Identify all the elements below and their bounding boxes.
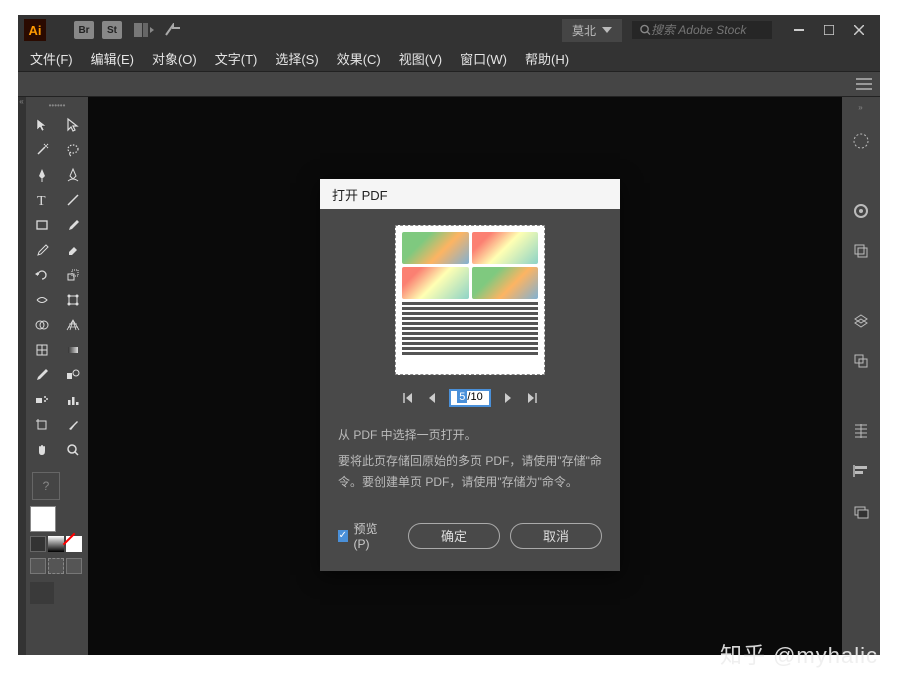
direct-selection-tool-icon[interactable] [57,112,88,137]
ai-logo-icon: Ai [24,19,46,41]
column-graph-tool-icon[interactable] [57,387,88,412]
pdf-preview [395,225,545,375]
width-tool-icon[interactable] [26,287,57,312]
align-panel-icon[interactable] [850,420,872,442]
arrange-icon[interactable] [134,23,154,37]
svg-text:T: T [37,194,46,208]
rectangle-tool-icon[interactable] [26,212,57,237]
prev-page-button[interactable] [425,391,439,405]
menu-object[interactable]: 对象(O) [152,49,197,68]
title-app-chips: Br St [74,21,122,39]
dialog-note: 要将此页存储回原始的多页 PDF，请使用"存储"命令。要创建单页 PDF，请使用… [338,451,602,492]
preview-label: 预览 (P) [354,520,388,551]
slice-tool-icon[interactable] [57,412,88,437]
cancel-button[interactable]: 取消 [510,523,602,549]
eyedropper-tool-icon[interactable] [26,362,57,387]
fill-stroke-toggle[interactable]: ? [32,472,60,500]
perspective-grid-tool-icon[interactable] [57,312,88,337]
last-page-button[interactable] [525,391,539,405]
selection-tool-icon[interactable] [26,112,57,137]
layers-panel-icon[interactable] [850,310,872,332]
dialog-title: 打开 PDF [320,179,620,209]
screen-mode-icon[interactable] [30,582,54,604]
paintbrush-tool-icon[interactable] [57,212,88,237]
none-mode-icon[interactable] [66,536,82,552]
curvature-tool-icon[interactable] [57,162,88,187]
transform-panel-icon[interactable] [850,500,872,522]
pen-tool-icon[interactable] [26,162,57,187]
maximize-button[interactable] [814,19,844,41]
close-button[interactable] [844,19,874,41]
libraries-panel-icon[interactable] [850,200,872,222]
stock-chip-icon[interactable]: St [102,21,122,39]
open-pdf-dialog: 打开 PDF 5/10 [320,179,620,571]
appearance-panel-icon[interactable] [850,130,872,152]
chevron-down-icon [602,27,612,33]
page-number-input[interactable]: 5/10 [449,389,491,407]
search-box[interactable] [632,21,772,39]
hand-tool-icon[interactable] [26,437,57,462]
menu-view[interactable]: 视图(V) [399,49,442,68]
menu-bar: 文件(F) 编辑(E) 对象(O) 文字(T) 选择(S) 效果(C) 视图(V… [18,45,880,71]
minimize-button[interactable] [784,19,814,41]
panel-menu-icon[interactable] [856,78,872,90]
preview-checkbox[interactable]: ✓ [338,530,348,542]
draw-behind-icon[interactable] [48,558,64,574]
sync-icon[interactable] [164,23,182,37]
line-tool-icon[interactable] [57,187,88,212]
preview-checkbox-row[interactable]: ✓ 预览 (P) [338,520,388,551]
bridge-chip-icon[interactable]: Br [74,21,94,39]
lasso-tool-icon[interactable] [57,137,88,162]
search-input[interactable] [651,23,764,37]
draw-normal-icon[interactable] [30,558,46,574]
artboards-panel-icon[interactable] [850,240,872,262]
menu-help[interactable]: 帮助(H) [525,49,569,68]
fill-swatch[interactable] [30,506,56,532]
pathfinder-panel-icon[interactable] [850,460,872,482]
scale-tool-icon[interactable] [57,262,88,287]
watermark: 知乎 @myhalic [720,638,878,670]
search-icon [640,24,651,36]
app-window: Ai Br St 莫北 文件(F) 编辑(E) 对象(O) 文字(T) 选择(S… [18,15,880,655]
control-bar [18,71,880,97]
title-bar: Ai Br St 莫北 [18,15,880,45]
menu-type[interactable]: 文字(T) [215,49,258,68]
gradient-mode-icon[interactable] [48,536,64,552]
type-tool-icon[interactable]: T [26,187,57,212]
menu-edit[interactable]: 编辑(E) [91,49,134,68]
shape-builder-tool-icon[interactable] [26,312,57,337]
gradient-tool-icon[interactable] [57,337,88,362]
dialog-instruction: 从 PDF 中选择一页打开。 [338,425,602,445]
blend-tool-icon[interactable] [57,362,88,387]
right-panel: » [842,97,880,655]
eraser-tool-icon[interactable] [57,237,88,262]
rotate-tool-icon[interactable] [26,262,57,287]
shaper-tool-icon[interactable] [26,237,57,262]
menu-file[interactable]: 文件(F) [30,49,73,68]
zoom-tool-icon[interactable] [57,437,88,462]
draw-inside-icon[interactable] [66,558,82,574]
user-name: 莫北 [572,22,596,39]
mesh-tool-icon[interactable] [26,337,57,362]
ok-button[interactable]: 确定 [408,523,500,549]
artboard-tool-icon[interactable] [26,412,57,437]
page-navigator: 5/10 [401,389,539,407]
menu-effect[interactable]: 效果(C) [337,49,381,68]
symbol-sprayer-tool-icon[interactable] [26,387,57,412]
asset-export-panel-icon[interactable] [850,350,872,372]
magic-wand-tool-icon[interactable] [26,137,57,162]
user-menu[interactable]: 莫北 [562,19,622,42]
menu-select[interactable]: 选择(S) [275,49,318,68]
toolbox: •••••• T [26,97,88,655]
first-page-button[interactable] [401,391,415,405]
free-transform-tool-icon[interactable] [57,287,88,312]
menu-window[interactable]: 窗口(W) [460,49,507,68]
color-mode-icon[interactable] [30,536,46,552]
next-page-button[interactable] [501,391,515,405]
